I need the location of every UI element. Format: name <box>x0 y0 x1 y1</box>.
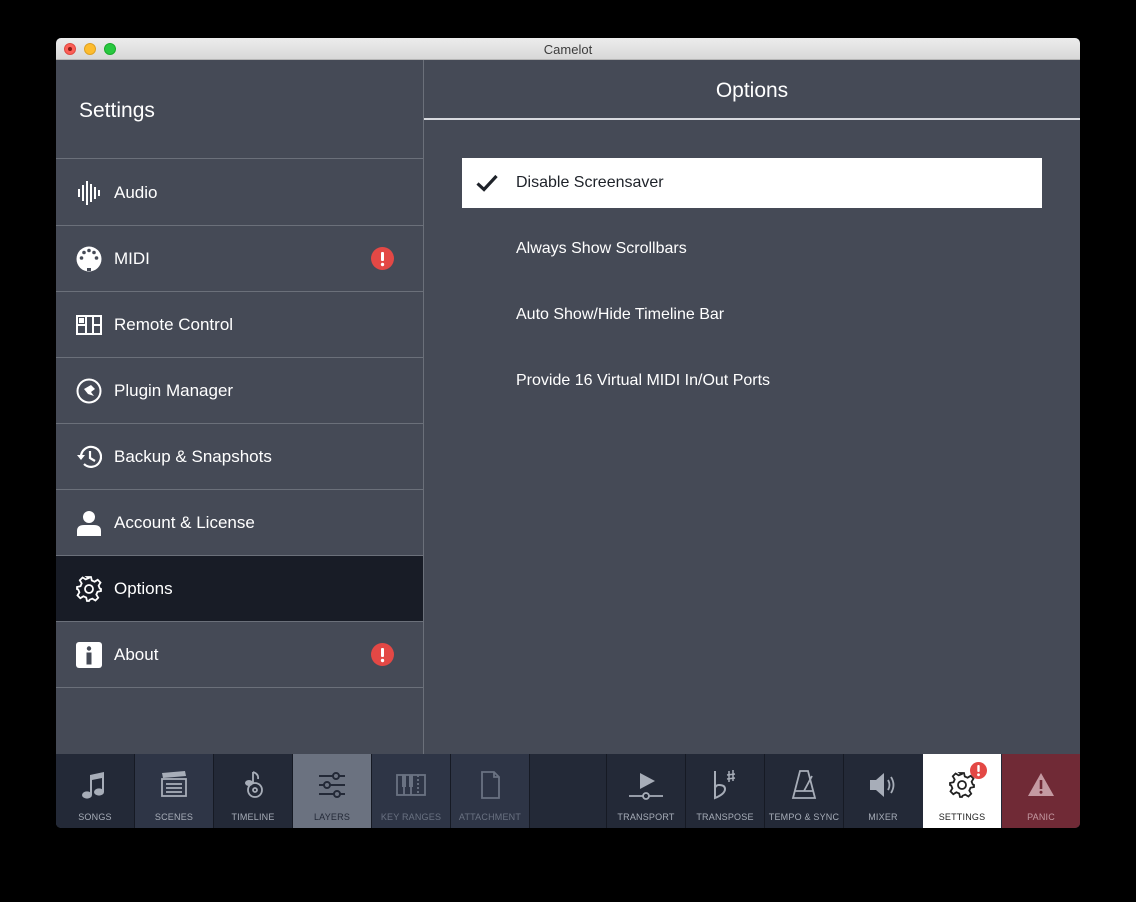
tab-label: TRANSPORT <box>617 812 675 822</box>
sidebar-item-account-license[interactable]: Account & License <box>56 490 423 556</box>
tab-label: LAYERS <box>313 812 351 822</box>
options-panel: Options Disable Screensaver Always Show … <box>424 60 1080 754</box>
play-icon <box>629 768 663 802</box>
option-virtual-midi-ports[interactable]: Provide 16 Virtual MIDI In/Out Ports <box>462 356 1042 406</box>
tab-label: MIXER <box>868 812 898 822</box>
tab-label: PANIC <box>1027 812 1055 822</box>
flat-sharp-icon <box>708 768 742 802</box>
tab-label: SETTINGS <box>938 812 986 822</box>
plugin-icon <box>76 377 102 405</box>
metronome-icon <box>787 768 821 802</box>
panic-button[interactable]: PANIC <box>1002 754 1080 828</box>
tab-label: TEMPO & SYNC <box>768 812 840 822</box>
alert-icon <box>371 643 394 666</box>
app-window: Camelot Settings Audio MIDI Remote Contr… <box>56 38 1080 828</box>
document-icon <box>473 768 507 802</box>
option-disable-screensaver[interactable]: Disable Screensaver <box>462 158 1042 208</box>
option-auto-show-hide-timeline-bar[interactable]: Auto Show/Hide Timeline Bar <box>462 290 1042 340</box>
option-label: Auto Show/Hide Timeline Bar <box>516 306 725 323</box>
sidebar-item-label: Plugin Manager <box>114 381 234 400</box>
tab-scenes[interactable]: SCENES <box>135 754 213 828</box>
alert-icon <box>371 247 394 270</box>
tab-tempo-sync[interactable]: TEMPO & SYNC <box>765 754 843 828</box>
sidebar-item-label: Remote Control <box>114 315 234 334</box>
tab-key-ranges[interactable]: KEY RANGES <box>372 754 450 828</box>
tab-timeline[interactable]: TIMELINE <box>214 754 292 828</box>
title-bar: Camelot <box>56 38 1080 60</box>
timeline-icon <box>236 768 270 802</box>
tab-label: KEY RANGES <box>380 812 442 822</box>
midi-connector-icon <box>76 245 102 273</box>
tab-mixer[interactable]: MIXER <box>844 754 922 828</box>
sidebar-item-options[interactable]: Options <box>56 556 423 622</box>
sidebar-item-remote-control[interactable]: Remote Control <box>56 292 423 358</box>
user-icon <box>76 509 102 537</box>
remote-control-icon <box>76 311 102 339</box>
alert-badge-icon <box>970 762 987 779</box>
tab-label: TRANSPOSE <box>696 812 754 822</box>
sidebar-item-label: Options <box>114 579 173 598</box>
tab-label: SONGS <box>78 812 112 822</box>
gear-icon <box>76 575 102 603</box>
tab-label: ATTACHMENT <box>458 812 522 822</box>
tab-transport[interactable]: TRANSPORT <box>607 754 685 828</box>
checkmark-icon <box>476 174 498 192</box>
panel-header: Options <box>424 60 1080 120</box>
sidebar-item-plugin-manager[interactable]: Plugin Manager <box>56 358 423 424</box>
page-title: Options <box>715 79 789 102</box>
sidebar-item-label: Audio <box>114 183 158 202</box>
sidebar-item-label: Backup & Snapshots <box>114 447 272 466</box>
speaker-icon <box>866 768 900 802</box>
tab-attachment[interactable]: ATTACHMENT <box>451 754 529 828</box>
history-icon <box>76 443 103 471</box>
tab-label: TIMELINE <box>231 812 275 822</box>
sidebar-item-label: Account & License <box>114 513 255 532</box>
tab-layers[interactable]: LAYERS <box>293 754 371 828</box>
warning-triangle-icon <box>1024 768 1058 802</box>
toolbar-divider <box>529 754 530 828</box>
sidebar-item-backup-snapshots[interactable]: Backup & Snapshots <box>56 424 423 490</box>
tab-transpose[interactable]: TRANSPOSE <box>686 754 764 828</box>
sidebar-item-label: MIDI <box>114 249 150 268</box>
keyboard-icon <box>394 768 428 802</box>
tab-settings[interactable]: SETTINGS <box>923 754 1001 828</box>
tab-label: SCENES <box>154 812 194 822</box>
sidebar-item-midi[interactable]: MIDI <box>56 226 423 292</box>
window-title: Camelot <box>543 42 593 57</box>
sidebar-item-audio[interactable]: Audio <box>56 160 423 226</box>
clapperboard-icon <box>157 768 191 802</box>
sidebar-item-label: About <box>114 645 159 664</box>
tab-songs[interactable]: SONGS <box>56 754 134 828</box>
settings-sidebar: Settings Audio MIDI Remote Control Plugi… <box>56 60 423 754</box>
sidebar-header: Settings <box>56 60 423 159</box>
music-note-icon <box>78 768 112 802</box>
option-label: Provide 16 Virtual MIDI In/Out Ports <box>516 372 771 389</box>
option-label: Disable Screensaver <box>516 174 664 191</box>
bottom-toolbar: SONGS SCENES TIMELINE LAYERS KEY RANGES … <box>56 754 1080 828</box>
sliders-icon <box>315 768 349 802</box>
sidebar-title: Settings <box>79 99 155 122</box>
option-label: Always Show Scrollbars <box>516 240 687 257</box>
option-always-show-scrollbars[interactable]: Always Show Scrollbars <box>462 224 1042 274</box>
audio-waveform-icon <box>76 179 102 207</box>
sidebar-item-about[interactable]: About <box>56 622 423 688</box>
info-icon <box>76 641 102 669</box>
